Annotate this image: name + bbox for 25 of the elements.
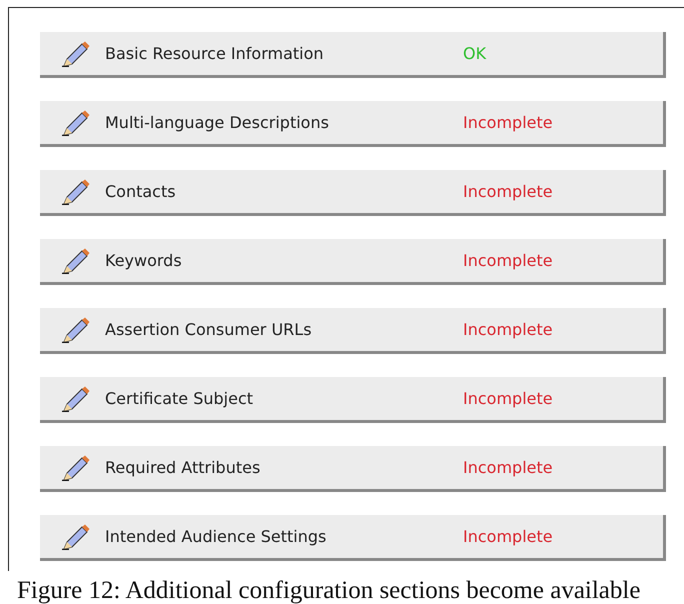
status-label: Incomplete bbox=[463, 527, 553, 546]
pencil-icon bbox=[62, 178, 90, 204]
pencil-icon bbox=[62, 248, 90, 274]
section-button[interactable]: Basic Resource Information OK bbox=[40, 32, 666, 78]
status-label: Incomplete bbox=[463, 182, 553, 201]
status-label: Incomplete bbox=[463, 251, 553, 270]
section-button[interactable]: Contacts Incomplete bbox=[40, 170, 666, 216]
status-label: Incomplete bbox=[463, 113, 553, 132]
pencil-icon bbox=[62, 40, 90, 66]
section-button[interactable]: Intended Audience Settings Incomplete bbox=[40, 515, 666, 561]
section-button[interactable]: Required Attributes Incomplete bbox=[40, 446, 666, 492]
pencil-icon bbox=[62, 110, 90, 136]
figure-caption: Figure 12: Additional configuration sections become available bbox=[17, 577, 642, 604]
section-button[interactable]: Keywords Incomplete bbox=[40, 239, 666, 285]
status-label: Incomplete bbox=[463, 320, 553, 339]
pencil-icon bbox=[62, 386, 90, 412]
pencil-icon bbox=[62, 316, 90, 342]
status-label: OK bbox=[463, 44, 486, 63]
status-label: Incomplete bbox=[463, 389, 553, 408]
section-button[interactable]: Multi-language Descriptions Incomplete bbox=[40, 101, 666, 147]
section-button[interactable]: Certificate Subject Incomplete bbox=[40, 377, 666, 423]
pencil-icon bbox=[62, 454, 90, 480]
pencil-icon bbox=[62, 524, 90, 550]
status-label: Incomplete bbox=[463, 458, 553, 477]
section-button[interactable]: Assertion Consumer URLs Incomplete bbox=[40, 308, 666, 354]
